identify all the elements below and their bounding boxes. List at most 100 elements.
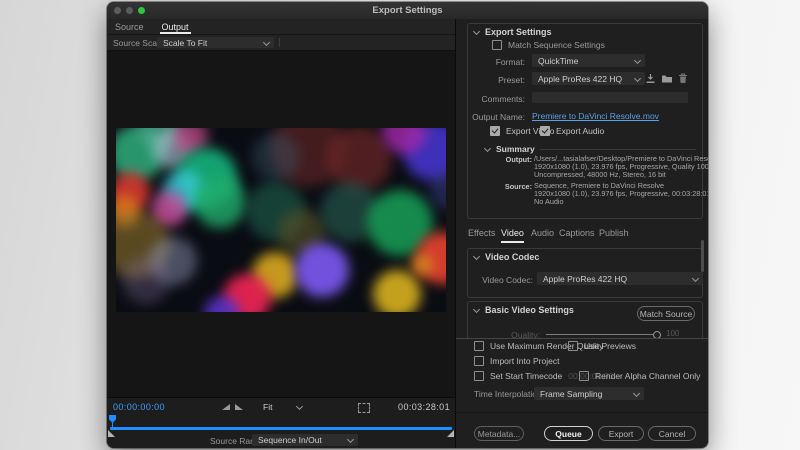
tab-audio[interactable]: Audio xyxy=(531,228,554,241)
output-name-label: Output Name: xyxy=(472,112,525,122)
chevron-down-icon xyxy=(472,305,481,313)
bokeh-light xyxy=(373,270,421,312)
source-scaling-value: Scale To Fit xyxy=(163,37,208,48)
summary-source-label: Source: xyxy=(504,182,532,191)
checkbox xyxy=(474,356,484,366)
tab-source[interactable]: Source xyxy=(113,19,146,34)
preset-value: Apple ProRes 422 HQ xyxy=(538,73,623,84)
chevron-down-icon xyxy=(632,389,641,397)
preset-select[interactable]: Apple ProRes 422 HQ xyxy=(532,72,645,85)
out-point-handle[interactable] xyxy=(447,430,454,437)
comments-label: Comments: xyxy=(481,94,525,104)
source-scaling-select[interactable]: Scale To Fit xyxy=(157,37,274,48)
export-button[interactable]: Export xyxy=(598,426,644,441)
checkbox xyxy=(568,341,578,351)
current-timecode[interactable]: 00:00:00:00 xyxy=(113,402,165,412)
output-name-link[interactable]: Premiere to DaVinci Resolve.mov xyxy=(532,111,659,121)
summary-line: Uncompressed, 48000 Hz, Stereo, 16 bit xyxy=(534,170,666,179)
time-interpolation-select[interactable]: Frame Sampling xyxy=(534,387,644,400)
video-codec-select[interactable]: Apple ProRes 422 HQ xyxy=(537,272,703,285)
summary-title: Summary xyxy=(496,144,535,154)
bokeh-light xyxy=(122,256,170,304)
preview-pane: Source Output Source Scaling: Scale To F… xyxy=(107,19,455,448)
zoom-level-select[interactable]: Fit xyxy=(257,401,307,413)
import-preset-folder-icon[interactable] xyxy=(661,73,673,84)
set-in-point-icon[interactable] xyxy=(222,404,230,410)
chevron-down-icon xyxy=(483,144,492,152)
separator xyxy=(279,38,280,47)
save-preset-icon[interactable] xyxy=(645,73,656,84)
queue-button[interactable]: Queue xyxy=(544,426,593,441)
checkbox xyxy=(474,371,484,381)
summary-header[interactable]: Summary xyxy=(483,144,535,154)
preset-label: Preset: xyxy=(498,75,525,85)
settings-scroll-area: Export Settings Match Sequence Settings … xyxy=(456,19,708,338)
quality-slider-knob[interactable] xyxy=(653,331,661,338)
bokeh-light xyxy=(194,176,246,228)
chevron-down-icon xyxy=(295,402,304,411)
comments-input[interactable] xyxy=(532,92,688,103)
quality-label: Quality: xyxy=(511,330,540,338)
tab-captions[interactable]: Captions xyxy=(559,228,595,241)
export-audio-label: Export Audio xyxy=(556,126,605,136)
divider xyxy=(456,338,708,339)
video-codec-group: Video Codec Video Codec: Apple ProRes 42… xyxy=(467,248,703,298)
transport-bar: 00:00:00:00 Fit 00:03:28:01 Source Range… xyxy=(107,397,455,448)
chevron-down-icon xyxy=(346,435,355,444)
set-out-point-icon[interactable] xyxy=(235,404,243,410)
bokeh-light xyxy=(295,243,349,297)
summary-output-label: Output: xyxy=(505,155,532,164)
basic-video-settings-group: Basic Video Settings Match Source Qualit… xyxy=(467,301,703,338)
timeline-scrubber[interactable] xyxy=(110,427,452,430)
bokeh-light xyxy=(252,133,300,181)
render-alpha-label: Render Alpha Channel Only xyxy=(595,371,701,381)
window-title: Export Settings xyxy=(372,5,443,16)
crop-icon[interactable] xyxy=(358,403,370,413)
zoom-level-value: Fit xyxy=(263,402,273,412)
video-codec-header[interactable]: Video Codec xyxy=(472,252,539,262)
checkbox xyxy=(492,40,502,50)
format-select[interactable]: QuickTime xyxy=(532,54,645,67)
tab-publish[interactable]: Publish xyxy=(599,228,629,241)
format-label: Format: xyxy=(495,57,525,67)
bokeh-light xyxy=(411,254,433,276)
checkbox xyxy=(579,371,589,381)
source-range-select[interactable]: Sequence In/Out xyxy=(252,434,358,446)
time-interpolation-value: Frame Sampling xyxy=(540,388,603,399)
import-into-project-checkbox[interactable]: Import Into Project xyxy=(474,356,559,366)
render-alpha-checkbox[interactable]: Render Alpha Channel Only xyxy=(579,371,700,381)
duration-timecode: 00:03:28:01 xyxy=(398,402,450,412)
basic-video-settings-title: Basic Video Settings xyxy=(485,305,574,315)
delete-preset-trash-icon[interactable] xyxy=(678,73,688,84)
titlebar: Export Settings xyxy=(107,2,708,20)
tab-video[interactable]: Video xyxy=(501,228,524,243)
match-source-button[interactable]: Match Source xyxy=(637,306,695,321)
divider xyxy=(456,412,708,413)
basic-video-settings-header[interactable]: Basic Video Settings xyxy=(472,305,574,315)
video-codec-label: Video Codec: xyxy=(482,275,533,285)
cancel-button[interactable]: Cancel xyxy=(648,426,696,441)
export-audio-checkbox[interactable]: Export Audio xyxy=(540,126,604,136)
video-preview xyxy=(116,128,446,312)
scrollbar-thumb[interactable] xyxy=(701,240,704,272)
tab-effects[interactable]: Effects xyxy=(468,228,495,241)
tab-output[interactable]: Output xyxy=(159,19,191,34)
chevron-down-icon xyxy=(633,56,642,64)
summary-output-lines: /Users/...tasialafser/Desktop/Premiere t… xyxy=(534,155,708,179)
match-sequence-checkbox[interactable]: Match Sequence Settings xyxy=(492,40,605,50)
export-settings-title: Export Settings xyxy=(485,27,552,37)
export-settings-header[interactable]: Export Settings xyxy=(472,27,552,37)
use-previews-checkbox[interactable]: Use Previews xyxy=(568,341,636,351)
summary-source-lines: Sequence, Premiere to DaVinci Resolve 19… xyxy=(534,182,708,206)
in-point-handle[interactable] xyxy=(108,430,115,437)
quality-slider[interactable] xyxy=(546,334,654,335)
import-into-project-label: Import Into Project xyxy=(490,356,560,366)
checkbox xyxy=(474,341,484,351)
video-codec-value: Apple ProRes 422 HQ xyxy=(543,273,628,284)
summary-line: No Audio xyxy=(534,197,564,206)
settings-tabbar: Effects Video Audio Captions Publish xyxy=(456,225,708,243)
export-settings-group: Export Settings Match Sequence Settings … xyxy=(467,23,708,219)
metadata-button[interactable]: Metadata... xyxy=(474,426,524,441)
set-start-timecode-label: Set Start Timecode xyxy=(490,371,563,381)
format-value: QuickTime xyxy=(538,55,579,66)
